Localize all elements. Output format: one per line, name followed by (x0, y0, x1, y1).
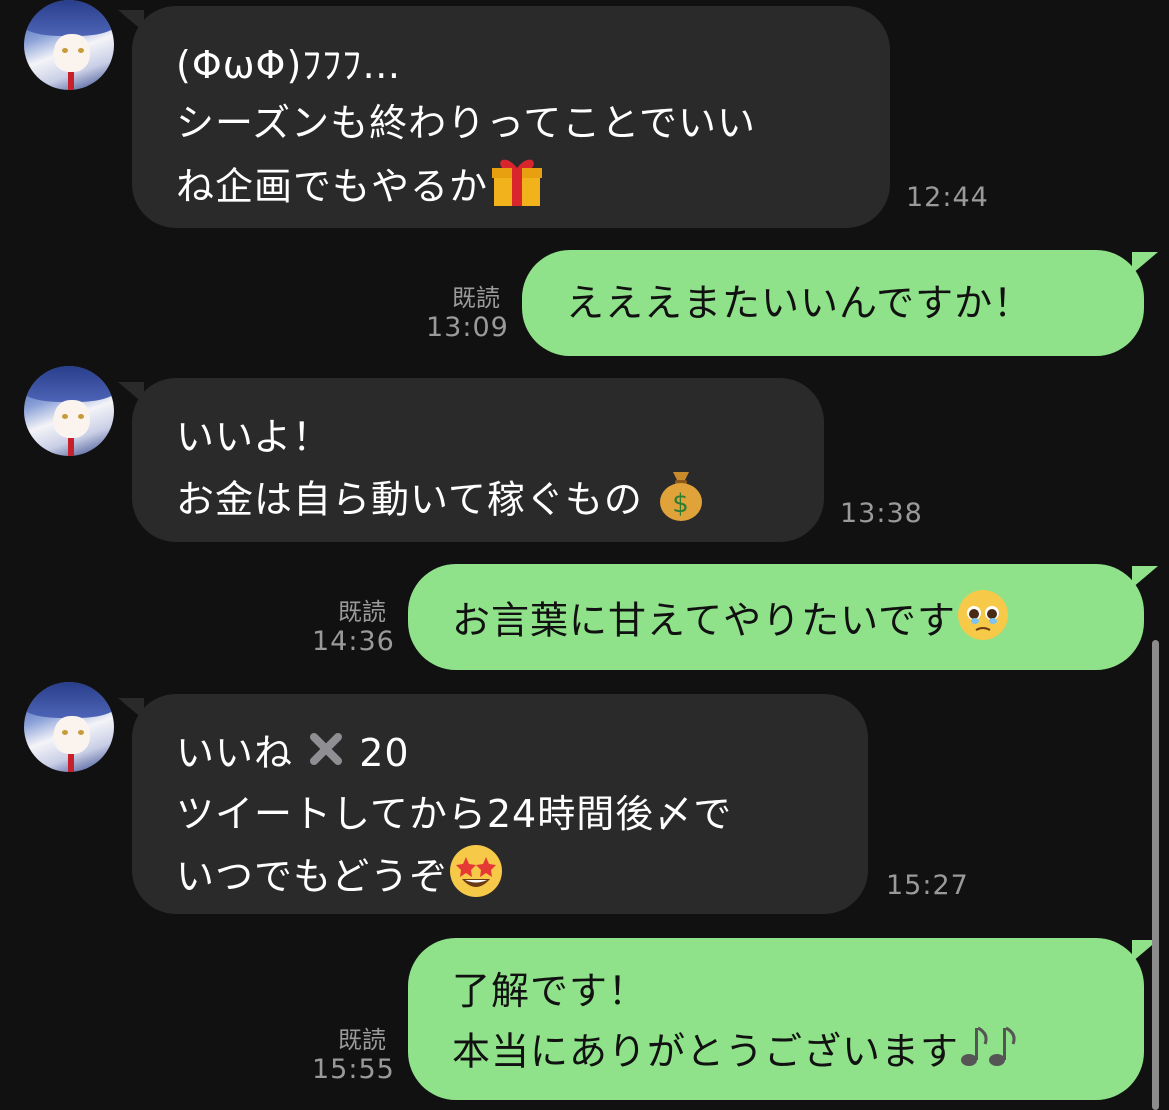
timestamp: 13:09 (426, 312, 509, 343)
message-bubble-incoming[interactable]: いいね 20 ツイートしてから24時間後〆で いつでもどうぞ (118, 694, 868, 915)
gift-icon (488, 152, 546, 226)
message-text: 20 (359, 731, 410, 775)
message-bubble-incoming[interactable]: いいよ！ お金は自ら動いて稼ぐもの $ (118, 378, 824, 542)
message-text: えええまたいいんですか！ (566, 281, 1033, 325)
avatar[interactable] (24, 0, 114, 90)
timestamp: 14:36 (312, 626, 395, 657)
read-receipt: 既読 (452, 284, 500, 312)
message-text: (ΦωΦ)ﾌﾌﾌ… (176, 43, 402, 87)
music-notes-icon (959, 1020, 1021, 1088)
avatar[interactable] (24, 366, 114, 456)
message-text: いいね (176, 731, 294, 775)
read-receipt: 既読 (338, 1026, 386, 1054)
read-receipt: 既読 (338, 598, 386, 626)
timestamp: 15:27 (886, 870, 969, 901)
star-struck-icon (448, 843, 504, 915)
message-bubble-incoming[interactable]: (ΦωΦ)ﾌﾌﾌ… シーズンも終わりってことでいい ね企画でもやるか (118, 6, 890, 228)
avatar[interactable] (24, 682, 114, 772)
money-bag-icon: $ (656, 466, 706, 538)
message-text: いつでもどうぞ (176, 854, 449, 898)
message-text: お金は自ら動いて稼ぐもの (176, 477, 643, 522)
message-bubble-outgoing[interactable]: お言葉に甘えてやりたいです (408, 564, 1158, 670)
timestamp: 13:38 (840, 498, 923, 529)
message-text: ね企画でもやるか (176, 164, 489, 209)
svg-text:$: $ (672, 489, 690, 519)
message-text: お言葉に甘えてやりたいです (452, 598, 956, 643)
chat-thread[interactable]: (ΦωΦ)ﾌﾌﾌ… シーズンも終わりってことでいい ね企画でもやるか 12:44… (0, 0, 1169, 1110)
timestamp: 15:55 (312, 1054, 395, 1085)
message-text: 本当にありがとうございます (452, 1029, 960, 1074)
message-bubble-outgoing[interactable]: えええまたいいんですか！ (522, 250, 1158, 356)
message-text: ツイートしてから24時間後〆で (176, 791, 733, 836)
pleading-face-icon (956, 588, 1010, 658)
message-text: シーズンも終わりってことでいい (176, 101, 757, 145)
heavy-multiply-icon (306, 727, 346, 785)
message-bubble-outgoing[interactable]: 了解です！ 本当にありがとうございます (408, 938, 1158, 1100)
timestamp: 12:44 (906, 182, 989, 213)
message-text: 了解です！ (452, 969, 648, 1013)
message-text: いいよ！ (176, 415, 332, 459)
scrollbar[interactable] (1152, 640, 1159, 1110)
